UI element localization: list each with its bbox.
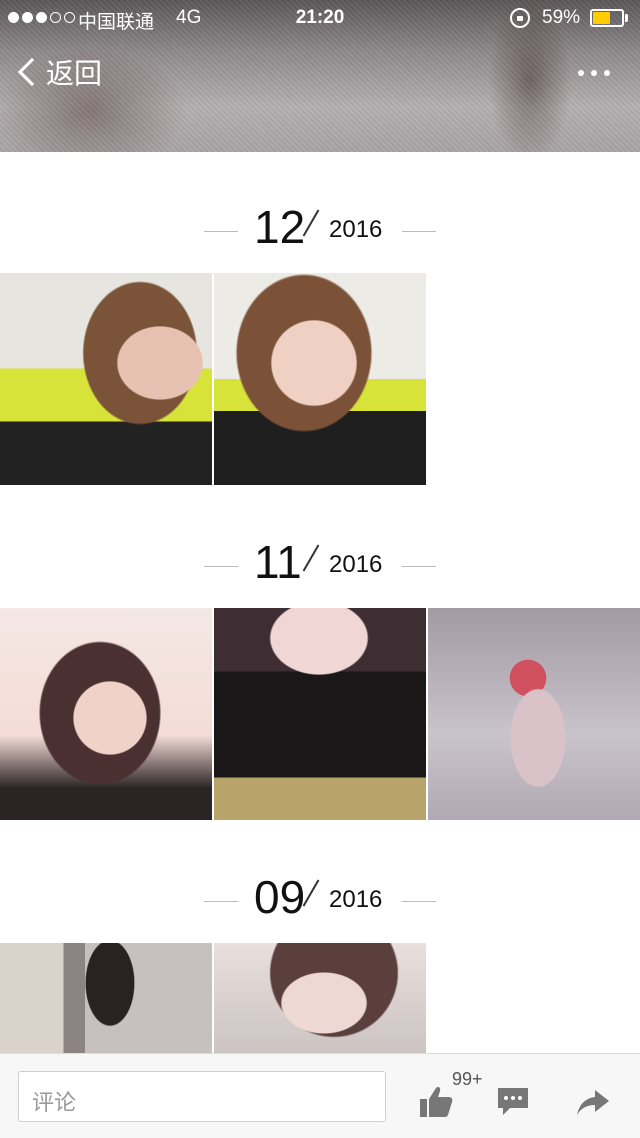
- status-bar: 中国联通 4G 21:20 59%: [0, 0, 640, 36]
- chevron-left-icon: [17, 57, 47, 87]
- battery-percent: 59%: [542, 7, 581, 28]
- photo-thumbnail[interactable]: [0, 943, 212, 1053]
- photo-thumbnail[interactable]: [214, 943, 426, 1053]
- nav-bar: 返回: [0, 36, 640, 112]
- date-header: 12 2016: [0, 200, 640, 270]
- photo-thumbnail[interactable]: [214, 608, 426, 820]
- more-button[interactable]: [578, 70, 610, 76]
- rotation-lock-icon: [510, 8, 530, 28]
- battery-icon: [590, 9, 624, 27]
- date-year: 2016: [329, 551, 383, 578]
- comment-bar: 评论 99+: [0, 1053, 640, 1138]
- date-month: 09: [254, 871, 306, 923]
- date-month: 11: [254, 536, 302, 588]
- date-header: 11 2016: [0, 535, 640, 605]
- photo-thumbnail[interactable]: [0, 273, 212, 485]
- date-year: 2016: [329, 216, 383, 243]
- like-count: 99+: [452, 1069, 483, 1089]
- comment-input[interactable]: 评论: [18, 1071, 386, 1122]
- date-year: 2016: [329, 886, 383, 913]
- photo-thumbnail[interactable]: [0, 608, 212, 820]
- chat-bubble-icon[interactable]: [496, 1085, 530, 1117]
- back-button[interactable]: 返回: [14, 52, 102, 92]
- thumbs-up-icon[interactable]: [418, 1084, 454, 1120]
- photo-thumbnail[interactable]: [428, 608, 640, 820]
- date-month: 12: [254, 201, 306, 253]
- date-header: 09 2016: [0, 870, 640, 940]
- photo-thumbnail[interactable]: [214, 273, 426, 485]
- more-dots-icon: [578, 70, 584, 76]
- share-arrow-icon[interactable]: [575, 1084, 611, 1120]
- back-label: 返回: [46, 58, 103, 89]
